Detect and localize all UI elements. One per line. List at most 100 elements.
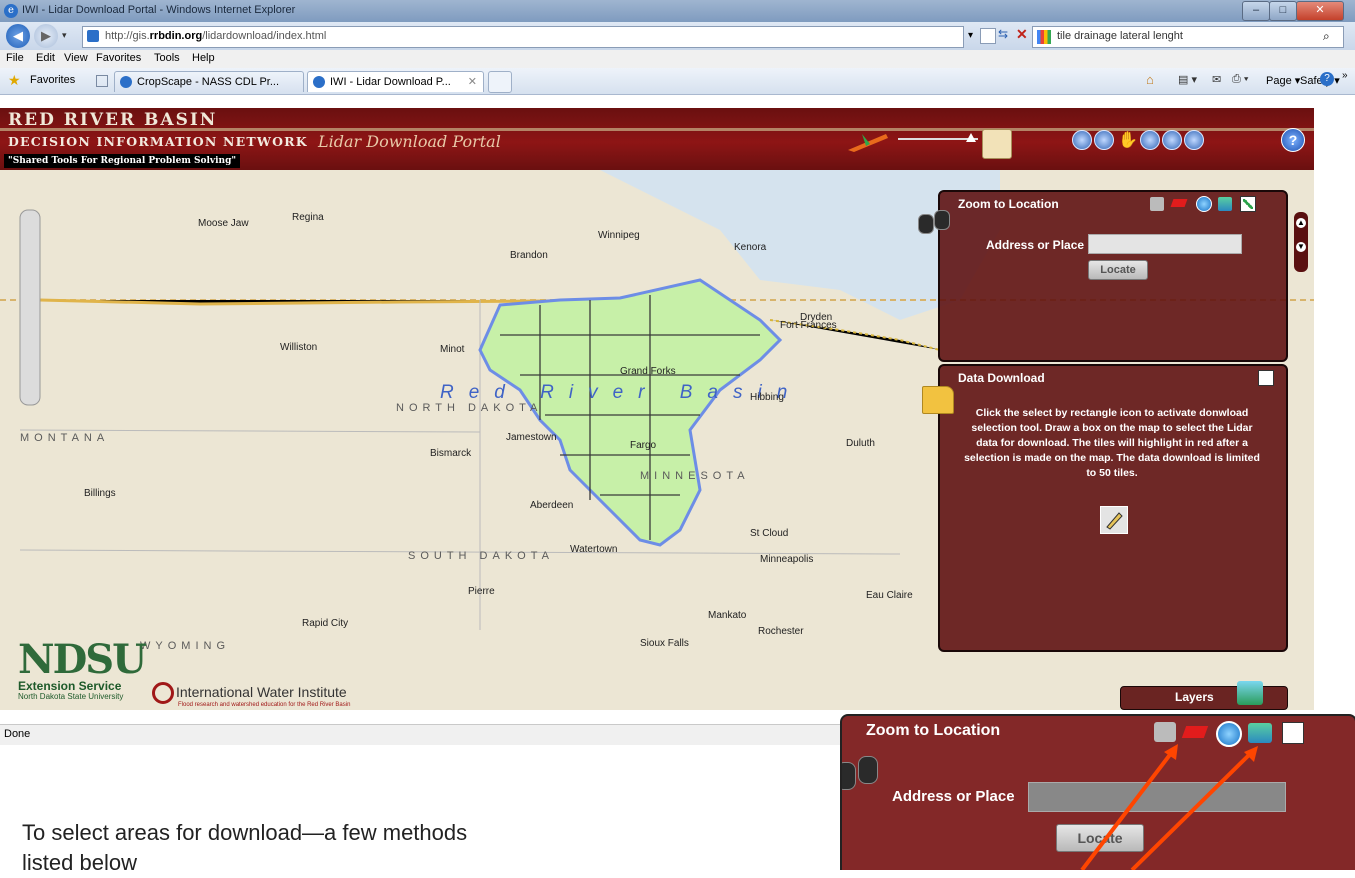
refresh-icon[interactable]: ⇆ (998, 27, 1008, 41)
state-label-mt: MONTANA (20, 432, 110, 444)
ndsu-logo: NDSU Extension Service North Dakota Stat… (18, 636, 147, 702)
tab-label: IWI - Lidar Download P... (330, 76, 451, 88)
forward-button[interactable]: ▶ (34, 24, 58, 48)
pan-hand-icon[interactable]: ✋ (1118, 130, 1138, 150)
recent-pages-dropdown[interactable]: ▾ (62, 30, 67, 41)
locate-button[interactable]: Locate (1088, 260, 1148, 280)
favorites-button[interactable]: Favorites (30, 74, 75, 86)
iwi-logo-icon (152, 682, 174, 704)
iwi-logo-text: International Water Institute (176, 684, 347, 700)
layers-stack-icon (1237, 681, 1263, 705)
minimize-button[interactable]: – (1242, 1, 1270, 21)
menu-help[interactable]: Help (192, 52, 215, 64)
place-label: Rapid City (302, 618, 349, 629)
next-extent-icon[interactable] (1184, 130, 1204, 150)
menu-bar: File Edit View Favorites Tools Help (0, 50, 1355, 69)
calendar-icon[interactable] (982, 129, 1012, 159)
select-flag-icon[interactable] (1170, 199, 1188, 207)
ndsu-logo-text: NDSU (18, 636, 147, 683)
menu-favorites[interactable]: Favorites (96, 52, 141, 64)
folder-icon (922, 386, 954, 414)
print-icon[interactable]: ⎙ ▾ (1232, 73, 1248, 86)
new-tab-button[interactable] (488, 71, 512, 93)
zoom-to-location-panel: Zoom to Location Address or Place Locate (918, 190, 1288, 362)
airplane-icon (848, 134, 888, 152)
search-icon[interactable]: ⌕ (1323, 29, 1330, 44)
water-drop-icon[interactable] (1196, 196, 1212, 212)
annotation-arrows (1080, 744, 1258, 870)
place-label: Brandon (510, 250, 548, 261)
place-label: Bismarck (430, 448, 472, 459)
close-button[interactable]: ✕ (1296, 1, 1344, 21)
layers-stack-icon[interactable] (1218, 197, 1232, 211)
layers-button[interactable]: Layers (1120, 681, 1288, 710)
time-slider-handle[interactable] (966, 133, 976, 142)
place-label: Jamestown (506, 432, 557, 443)
stop-icon[interactable]: ✕ (1016, 26, 1028, 43)
scroll-down-icon[interactable]: ▼ (1296, 242, 1306, 252)
panel-title: Zoom to Location (958, 197, 1059, 211)
status-bar: Done (0, 724, 840, 745)
zoom-in-icon[interactable] (1072, 130, 1092, 150)
place-label: St Cloud (750, 528, 789, 539)
scroll-up-icon[interactable]: ▲ (1296, 218, 1306, 228)
window-title-bar: e IWI - Lidar Download Portal - Windows … (0, 0, 1355, 22)
maximize-button[interactable]: □ (1269, 1, 1297, 21)
address-dropdown[interactable]: ▾ (968, 30, 973, 41)
favorites-tab-bar: ★ Favorites CropScape - NASS CDL Pr... I… (0, 68, 1355, 95)
place-label: Billings (84, 488, 116, 499)
place-label: Minneapolis (760, 554, 814, 565)
expand-arrow-icon[interactable] (1240, 196, 1256, 212)
select-rectangle-button[interactable] (1100, 506, 1128, 534)
zoom-to-location-callout: Zoom to Location Address or Place Locate (840, 714, 1355, 870)
address-label: Address or Place (986, 238, 1085, 252)
place-label: Minot (440, 344, 465, 355)
home-icon[interactable]: ⌂ (1146, 72, 1154, 87)
place-label: Eau Claire (866, 590, 913, 601)
quick-tabs-icon[interactable] (96, 75, 108, 87)
place-label: Hibbing (750, 392, 784, 403)
tab-lidar-portal[interactable]: IWI - Lidar Download P... ✕ (307, 71, 484, 92)
mail-icon[interactable]: ✉ (1212, 73, 1221, 86)
caption-line: To select areas for download—a few metho… (22, 820, 468, 845)
address-input[interactable] (1088, 234, 1242, 254)
menu-view[interactable]: View (64, 52, 88, 64)
help-icon[interactable]: ? (1320, 72, 1334, 86)
tab-cropscape[interactable]: CropScape - NASS CDL Pr... (114, 71, 304, 92)
search-box[interactable]: tile drainage lateral lenght ⌕ (1032, 26, 1344, 48)
feeds-icon[interactable]: ▤ ▾ (1178, 73, 1197, 86)
compat-view-icon[interactable] (980, 28, 996, 44)
chevron-more-icon[interactable]: » (1342, 70, 1348, 81)
page-menu[interactable]: Page ▾ (1266, 74, 1300, 87)
window-title: IWI - Lidar Download Portal - Windows In… (22, 4, 296, 16)
state-label-nd: NORTH DAKOTA (396, 402, 543, 414)
status-text: Done (4, 728, 31, 740)
close-tab-icon[interactable]: ✕ (468, 72, 477, 92)
place-label: Mankato (708, 610, 747, 621)
expand-arrow-icon[interactable] (1258, 370, 1274, 386)
help-button[interactable]: ? (1281, 128, 1305, 152)
iwi-logo-subtitle: Flood research and watershed education f… (178, 702, 351, 708)
back-button[interactable]: ◀ (6, 24, 30, 48)
app-header: RED RIVER BASIN DECISION INFORMATION NET… (0, 108, 1314, 170)
menu-edit[interactable]: Edit (36, 52, 55, 64)
place-label: Sioux Falls (640, 638, 689, 649)
menu-file[interactable]: File (6, 52, 24, 64)
zoom-out-icon[interactable] (1094, 130, 1114, 150)
menu-tools[interactable]: Tools (154, 52, 180, 64)
place-label: Watertown (570, 544, 618, 555)
address-bar[interactable]: http://gis.rrbdin.org/lidardownload/inde… (82, 26, 964, 48)
place-label: Rochester (758, 626, 804, 637)
tab-ie-icon (120, 76, 132, 88)
basemap-icon[interactable] (1150, 197, 1164, 211)
pencil-icon (1106, 512, 1123, 530)
page-icon (87, 30, 99, 42)
place-label: Regina (292, 212, 324, 223)
full-extent-icon[interactable] (1140, 130, 1160, 150)
search-query: tile drainage lateral lenght (1057, 30, 1183, 42)
layers-label: Layers (1175, 690, 1214, 704)
search-provider-icon (1037, 30, 1051, 44)
panel-title: Data Download (958, 371, 1045, 385)
previous-extent-icon[interactable] (1162, 130, 1182, 150)
panel-scroll-control[interactable]: ▲ ▼ (1294, 212, 1308, 272)
